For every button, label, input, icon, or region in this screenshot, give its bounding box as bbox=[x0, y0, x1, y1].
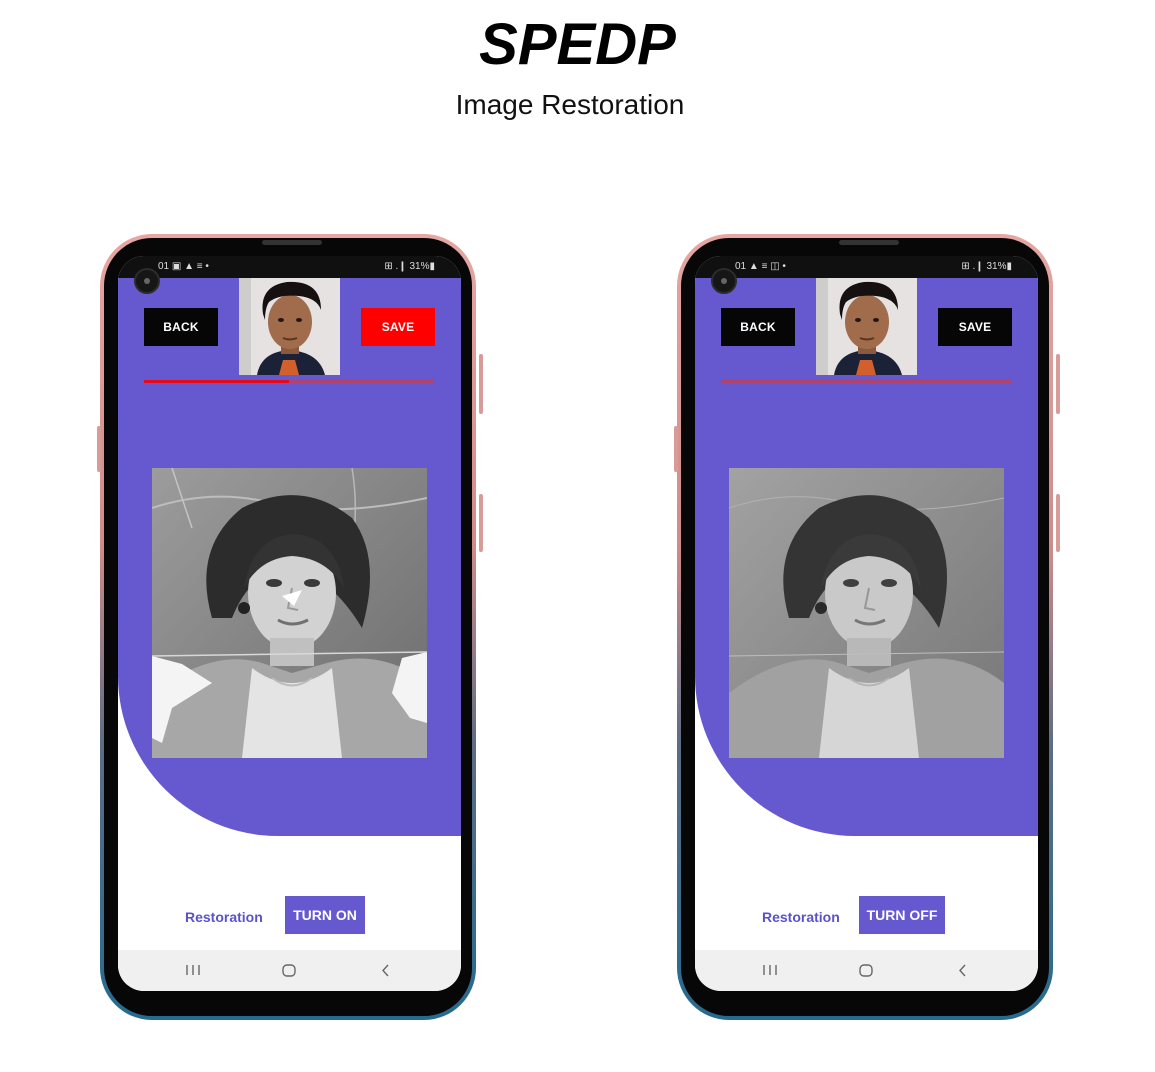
battery-status: ⊞ .❙ 31%▮ bbox=[961, 261, 1012, 272]
status-bar: 01 ▣ ▲ ≡ • ⊞ .❙ 31%▮ bbox=[118, 256, 461, 278]
user-avatar bbox=[239, 278, 340, 375]
photo-damaged bbox=[152, 468, 427, 758]
status-icons-left: 01 ▣ ▲ ≡ • bbox=[158, 261, 209, 272]
recents-icon[interactable] bbox=[173, 950, 213, 991]
phone-screen: 01 ▣ ▲ ≡ • ⊞ .❙ 31%▮ BACK SAVE Restorati… bbox=[118, 256, 461, 991]
save-button[interactable]: SAVE bbox=[938, 308, 1012, 346]
page-title: SPEDP bbox=[479, 12, 676, 77]
turn-on-button[interactable]: TURN ON bbox=[285, 896, 365, 934]
side-key bbox=[1056, 494, 1060, 552]
user-avatar bbox=[816, 278, 917, 375]
progress-fill bbox=[144, 380, 289, 383]
status-icons-left: 01 ▲ ≡ ◫ • bbox=[735, 261, 786, 272]
power-button bbox=[1056, 354, 1060, 414]
progress-bar bbox=[721, 380, 1011, 383]
progress-bar bbox=[144, 380, 434, 383]
volume-button bbox=[674, 426, 678, 472]
page-subtitle: Image Restoration bbox=[455, 89, 685, 120]
status-bar: 01 ▲ ≡ ◫ • ⊞ .❙ 31%▮ bbox=[695, 256, 1038, 278]
system-nav-bar bbox=[695, 950, 1038, 991]
system-nav-bar bbox=[118, 950, 461, 991]
front-camera-icon bbox=[711, 268, 737, 294]
phone-mockup-before: 01 ▣ ▲ ≡ • ⊞ .❙ 31%▮ BACK SAVE Restorati… bbox=[97, 234, 483, 1020]
side-key bbox=[479, 494, 483, 552]
turn-off-button[interactable]: TURN OFF bbox=[859, 896, 945, 934]
restoration-label: Restoration bbox=[762, 909, 840, 925]
front-camera-icon bbox=[134, 268, 160, 294]
home-icon[interactable] bbox=[846, 950, 886, 991]
phone-screen: 01 ▲ ≡ ◫ • ⊞ .❙ 31%▮ BACK SAVE Restorati… bbox=[695, 256, 1038, 991]
speaker-notch bbox=[839, 240, 899, 245]
save-button[interactable]: SAVE bbox=[361, 308, 435, 346]
speaker-notch bbox=[262, 240, 322, 245]
recents-icon[interactable] bbox=[750, 950, 790, 991]
power-button bbox=[479, 354, 483, 414]
back-button[interactable]: BACK bbox=[144, 308, 218, 346]
phone-mockup-after: 01 ▲ ≡ ◫ • ⊞ .❙ 31%▮ BACK SAVE Restorati… bbox=[674, 234, 1060, 1020]
volume-button bbox=[97, 426, 101, 472]
restoration-label: Restoration bbox=[185, 909, 263, 925]
back-arrow-icon[interactable] bbox=[942, 950, 982, 991]
back-button[interactable]: BACK bbox=[721, 308, 795, 346]
back-arrow-icon[interactable] bbox=[365, 950, 405, 991]
home-icon[interactable] bbox=[269, 950, 309, 991]
photo-restored bbox=[729, 468, 1004, 758]
battery-status: ⊞ .❙ 31%▮ bbox=[384, 261, 435, 272]
